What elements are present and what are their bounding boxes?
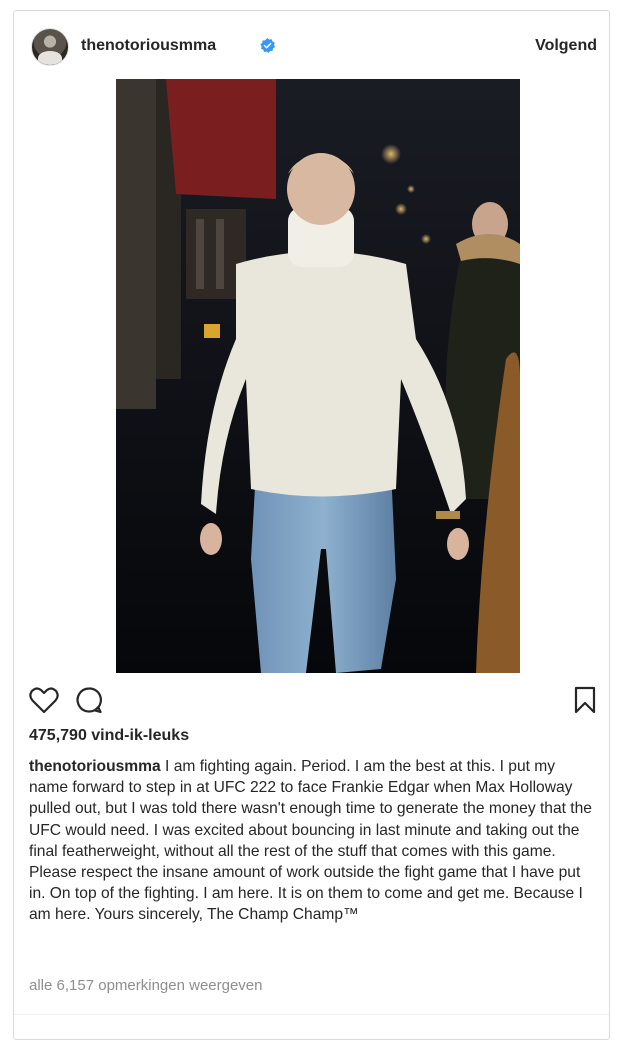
action-bar xyxy=(14,681,609,721)
post-caption: thenotoriousmma I am fighting again. Per… xyxy=(29,756,594,926)
post-photo[interactable] xyxy=(116,79,520,673)
instagram-post-card: thenotoriousmma Volgend 475,790 vind-ik-… xyxy=(13,10,610,1040)
caption-username[interactable]: thenotoriousmma xyxy=(29,758,161,775)
divider xyxy=(14,1014,609,1015)
verified-badge-icon xyxy=(260,38,275,53)
post-header: thenotoriousmma Volgend xyxy=(14,11,609,81)
heart-icon[interactable] xyxy=(29,686,59,714)
post-photo-image xyxy=(116,79,520,673)
caption-text: I am fighting again. Period. I am the be… xyxy=(29,758,592,924)
likes-count[interactable]: 475,790 vind-ik-leuks xyxy=(29,727,189,745)
bookmark-icon[interactable] xyxy=(574,686,596,714)
comment-icon[interactable] xyxy=(75,686,103,714)
following-button[interactable]: Volgend xyxy=(535,37,597,55)
view-all-comments-link[interactable]: alle 6,157 opmerkingen weergeven xyxy=(29,977,263,994)
username-link[interactable]: thenotoriousmma xyxy=(81,37,216,55)
avatar[interactable] xyxy=(31,28,69,66)
